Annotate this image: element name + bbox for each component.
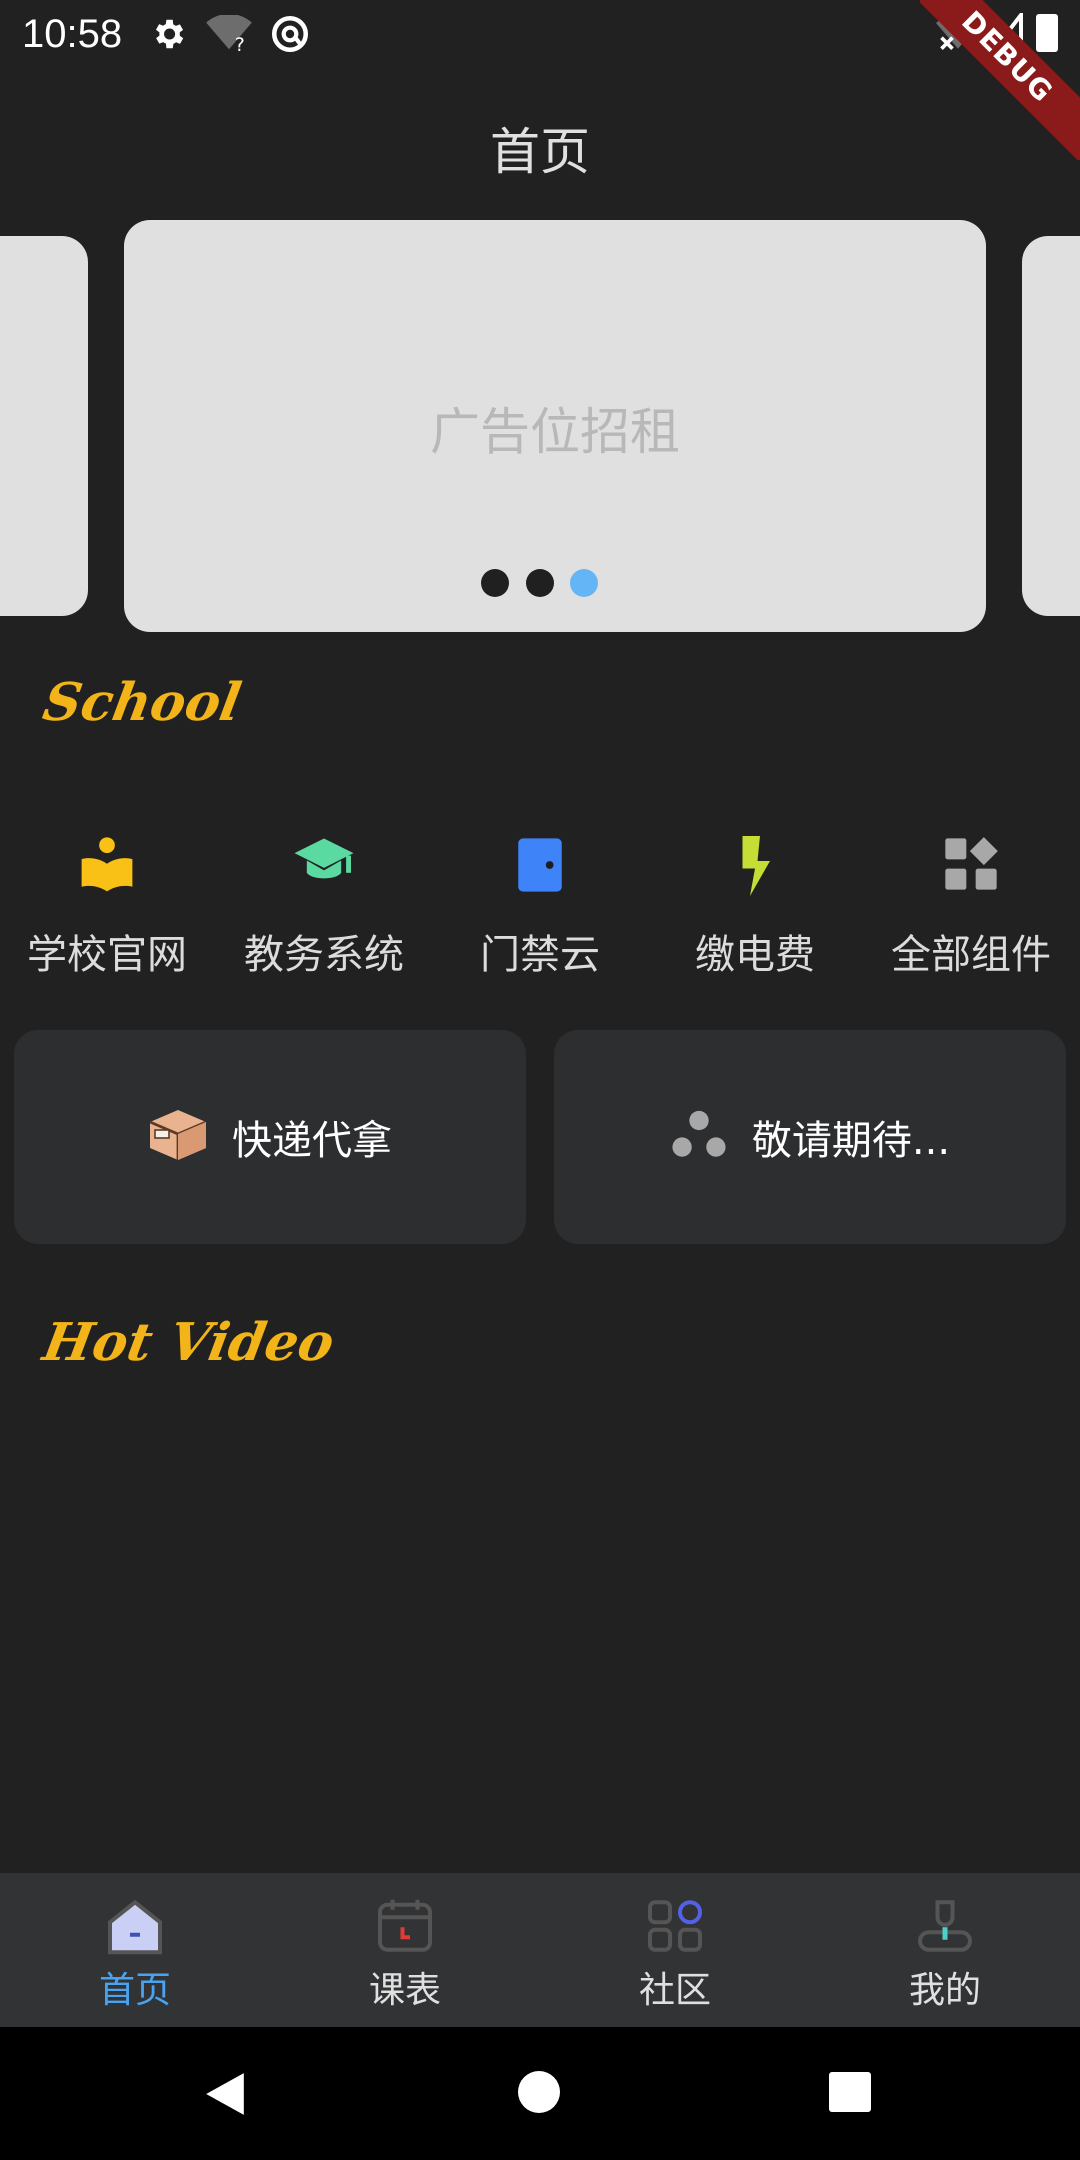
package-box-icon — [148, 1108, 208, 1166]
hot-video-list — [0, 1400, 1080, 1860]
svg-text:?: ? — [235, 34, 245, 53]
quick-item-access-cloud[interactable]: 门禁云 — [440, 836, 640, 980]
quick-item-all-widgets[interactable]: 全部组件 — [871, 836, 1071, 980]
coming-soon-label: 敬请期待... — [751, 1118, 951, 1164]
at-sign-icon — [268, 12, 312, 56]
express-pickup-label: 快递代拿 — [232, 1118, 392, 1164]
quick-item-school-website[interactable]: 学校官网 — [7, 836, 207, 980]
home-circle-icon[interactable] — [518, 2071, 560, 2113]
bottom-navigation: 首页 课表 社区 我的 — [0, 1873, 1080, 2027]
recents-square-icon[interactable] — [829, 2072, 871, 2112]
nav-item-schedule[interactable]: 课表 — [270, 1873, 540, 2027]
page-title: 首页 — [490, 123, 590, 181]
express-pickup-card[interactable]: 快递代拿 — [14, 1030, 526, 1244]
carousel-prev-card[interactable] — [0, 236, 88, 616]
graduation-cap-icon — [224, 836, 424, 898]
quick-item-label: 缴电费 — [695, 932, 815, 978]
nav-label-mine: 我的 — [908, 1970, 981, 2011]
carousel-dot-1[interactable] — [481, 569, 509, 597]
profile-icon — [915, 1897, 975, 1959]
system-navigation-bar — [0, 2027, 1080, 2160]
all-widgets-icon — [871, 836, 1071, 898]
back-icon[interactable] — [204, 2071, 246, 2121]
quick-item-academic-system[interactable]: 教务系统 — [224, 836, 424, 980]
calendar-icon — [375, 1897, 435, 1959]
home-icon — [105, 1897, 165, 1959]
nav-item-community[interactable]: 社区 — [540, 1873, 810, 2027]
nav-item-home[interactable]: 首页 — [0, 1873, 270, 2027]
dots-cluster-icon — [670, 1108, 728, 1166]
quick-item-label: 门禁云 — [480, 932, 600, 978]
carousel-next-card[interactable] — [1022, 236, 1080, 616]
quick-item-label: 学校官网 — [27, 932, 187, 978]
nav-item-mine[interactable]: 我的 — [810, 1873, 1080, 2027]
status-time: 10:58 — [22, 12, 123, 56]
wifi-unknown-icon: ? — [206, 14, 252, 54]
nav-label-community: 社区 — [638, 1970, 711, 2011]
hot-video-section-title: Hot Video — [38, 1312, 339, 1373]
quick-item-label: 教务系统 — [244, 932, 404, 978]
door-icon — [440, 836, 640, 898]
banner-text: 广告位招租 — [430, 403, 680, 461]
gear-icon — [148, 14, 188, 54]
coming-soon-card[interactable]: 敬请期待... — [554, 1030, 1066, 1244]
school-reader-icon — [7, 836, 207, 898]
lightning-icon — [655, 836, 855, 898]
nav-label-home: 首页 — [98, 1970, 171, 2011]
carousel-dot-2[interactable] — [526, 569, 554, 597]
community-grid-icon — [645, 1897, 705, 1959]
school-section-title: School — [38, 672, 246, 733]
quick-item-electricity-fee[interactable]: 缴电费 — [655, 836, 855, 980]
quick-item-label: 全部组件 — [891, 932, 1051, 978]
carousel-dot-3-active[interactable] — [570, 569, 598, 597]
nav-label-schedule: 课表 — [368, 1970, 441, 2011]
